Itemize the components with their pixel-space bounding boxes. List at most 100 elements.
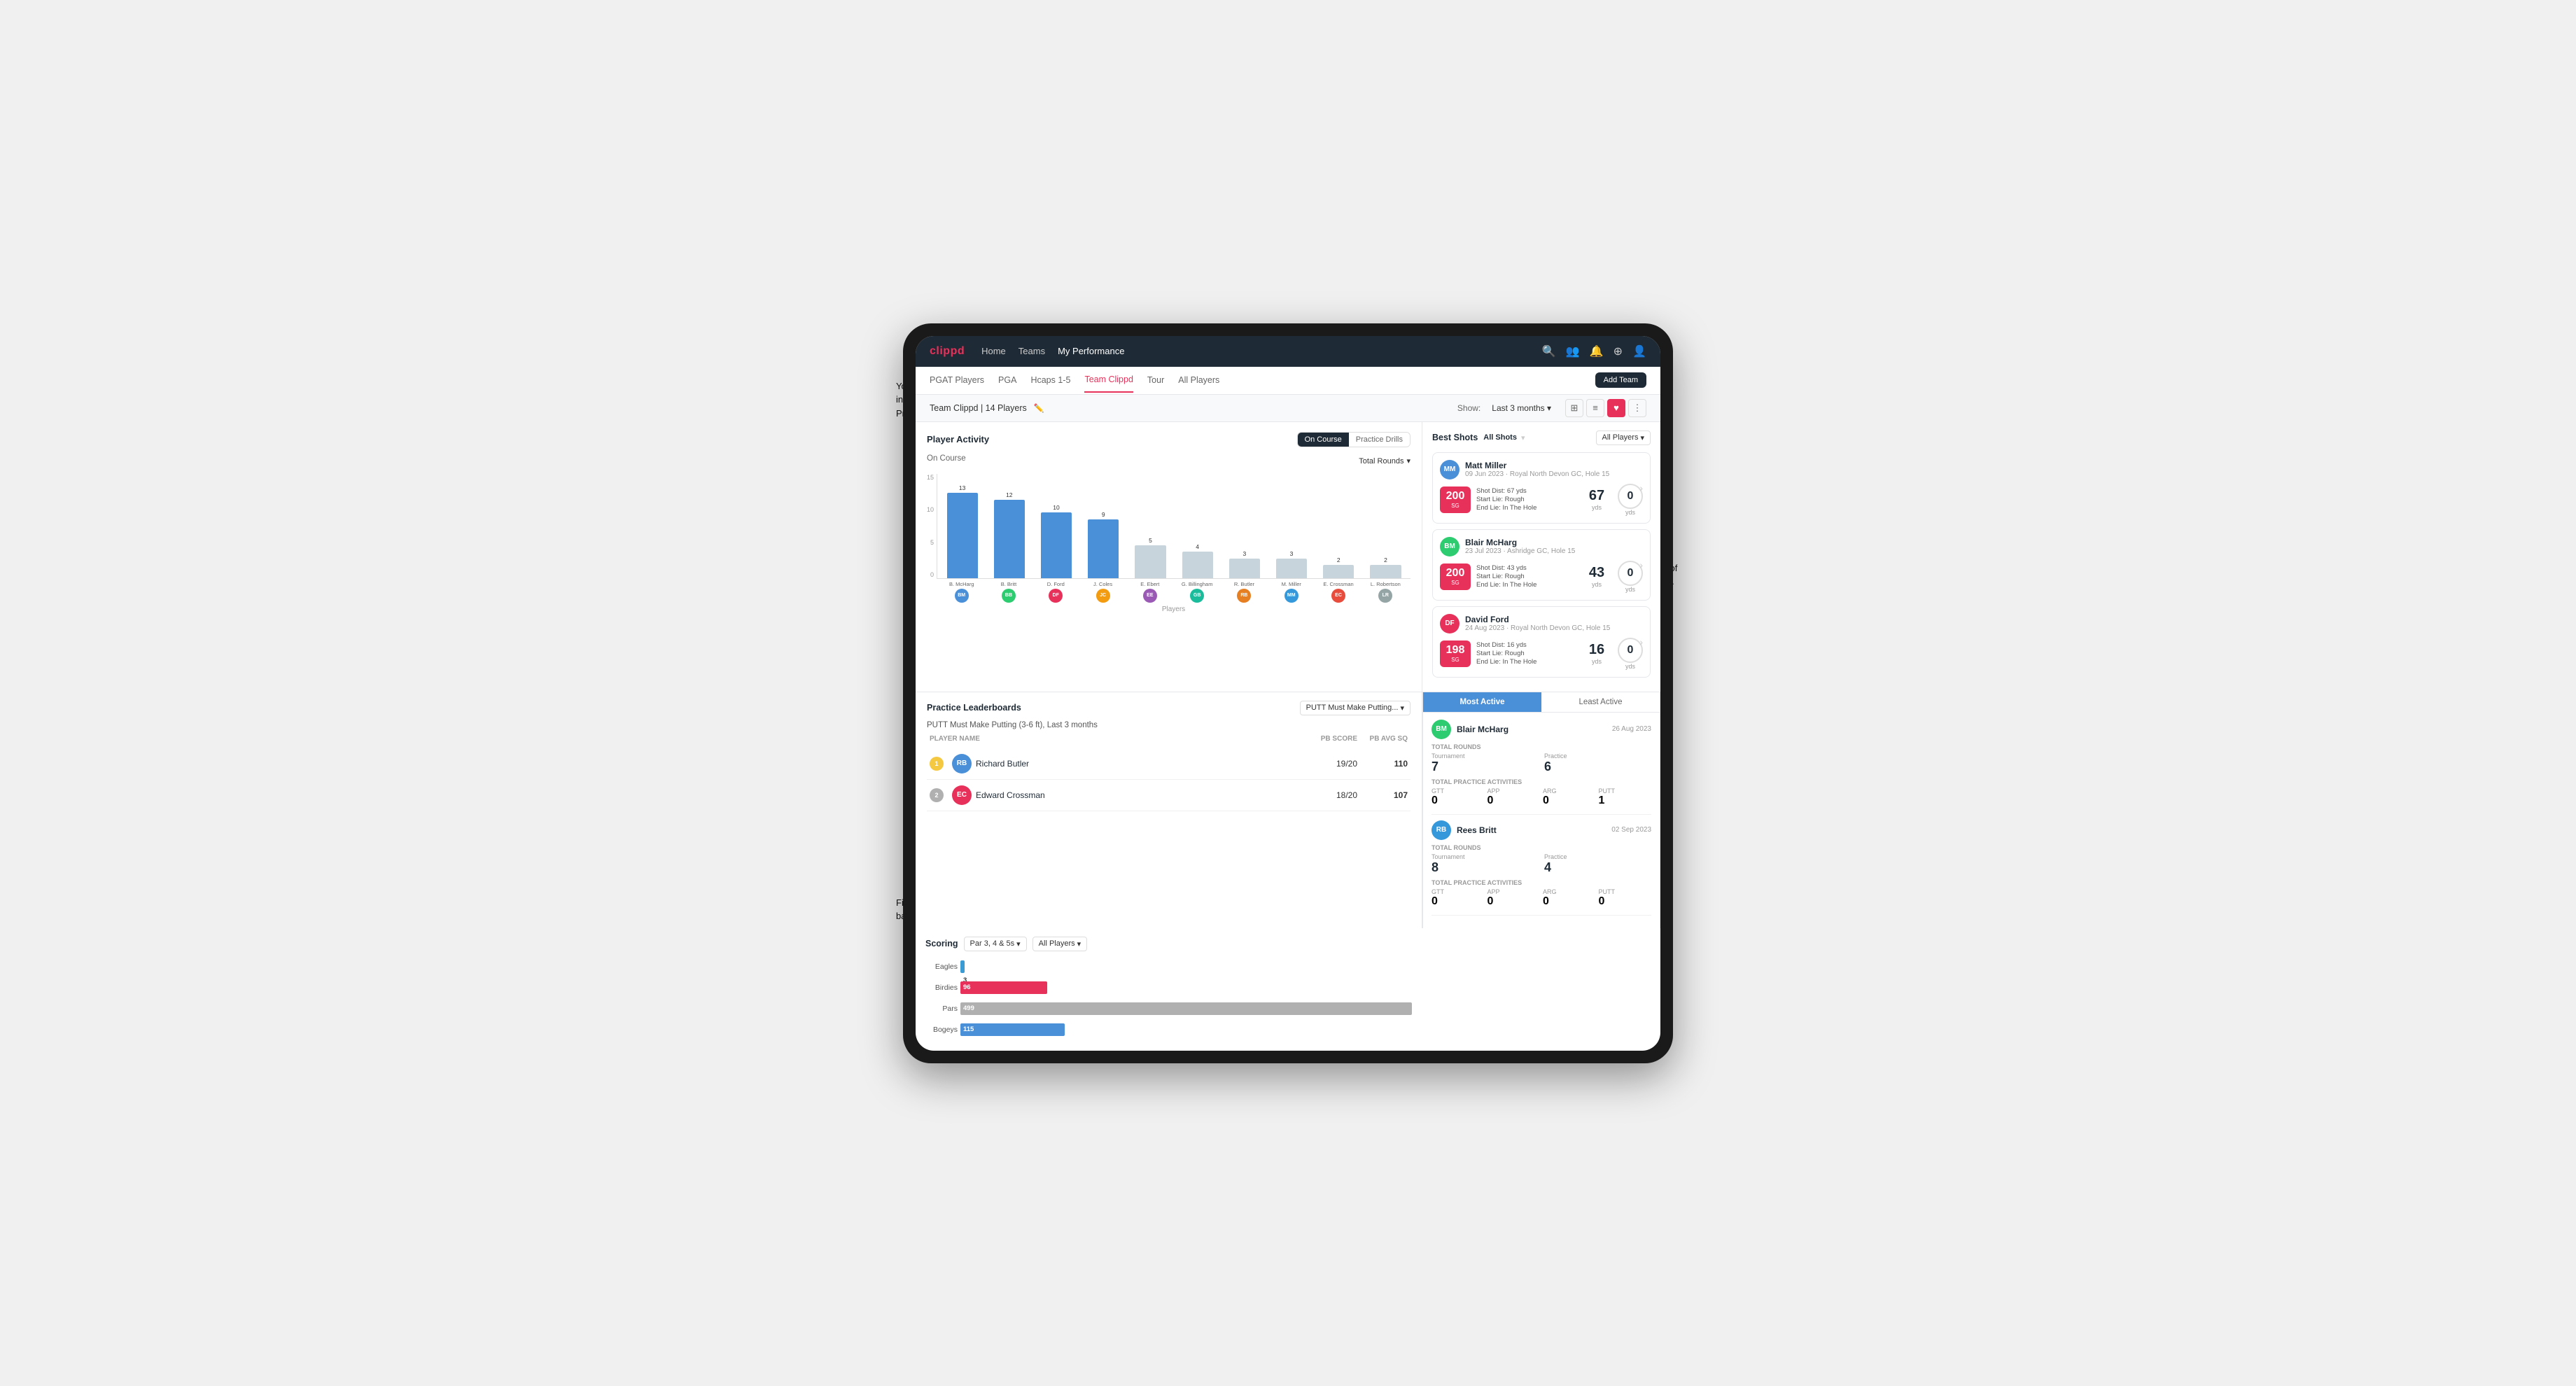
add-icon[interactable]: ⊕	[1614, 344, 1623, 358]
shot-avatar-1: BM	[1440, 537, 1460, 556]
leaderboard-row-1[interactable]: 2 EC Edward Crossman 18/20 107	[927, 780, 1410, 811]
x-label-0: B. McHarg	[939, 581, 983, 587]
least-active-tab[interactable]: Least Active	[1541, 692, 1660, 712]
player-avatar-2: DF	[1049, 589, 1063, 603]
chart-section-label: On Course	[927, 454, 966, 463]
bar-group-9[interactable]: 2	[1364, 556, 1408, 578]
bar-group-3[interactable]: 9	[1082, 511, 1126, 578]
shot-stat1-1: 43 yds	[1581, 565, 1612, 588]
nav-link-performance[interactable]: My Performance	[1058, 343, 1124, 359]
profile-icon[interactable]: 👤	[1632, 344, 1646, 358]
shot-card-1[interactable]: BM Blair McHarg 23 Jul 2023 · Ashridge G…	[1432, 529, 1651, 601]
best-shots-panel: Best Shots All Shots ▾ All Players ▾ MM …	[1422, 422, 1660, 692]
scoring-row-1: Birdies 96	[960, 979, 1413, 996]
shot-meta-0: 09 Jun 2023 · Royal North Devon GC, Hole…	[1465, 470, 1609, 478]
player-activity-header: Player Activity On Course Practice Drill…	[927, 432, 1410, 447]
scoring-label-1: Birdies	[925, 983, 958, 992]
player-avatar-6: RB	[1237, 589, 1251, 603]
bar-group-1[interactable]: 12	[987, 491, 1031, 578]
lb-avatar-1: EC	[952, 785, 972, 805]
shot-card-2[interactable]: DF David Ford 24 Aug 2023 · Royal North …	[1432, 606, 1651, 678]
nav-icons: 🔍 👥 🔔 ⊕ 👤	[1542, 344, 1646, 358]
lb-player-name-1: Edward Crossman	[976, 790, 1045, 800]
bar-group-5[interactable]: 4	[1175, 543, 1219, 578]
chart-dropdown[interactable]: Total Rounds ▾	[1359, 456, 1410, 465]
nav-link-teams[interactable]: Teams	[1018, 343, 1045, 359]
scoring-row-2: Pars 499	[960, 1000, 1413, 1017]
shot-chevron-1[interactable]: ›	[1639, 559, 1643, 570]
add-team-button[interactable]: Add Team	[1595, 372, 1646, 388]
par-dropdown[interactable]: Par 3, 4 & 5s ▾	[964, 937, 1027, 951]
users-icon[interactable]: 👥	[1566, 344, 1580, 358]
practice-drill-dropdown[interactable]: PUTT Must Make Putting... ▾	[1300, 701, 1410, 715]
shot-chevron-0[interactable]: ›	[1639, 482, 1643, 493]
sub-navigation: PGAT Players PGA Hcaps 1-5 Team Clippd T…	[916, 367, 1660, 395]
view-icon-group: ⊞ ≡ ♥ ⋮	[1565, 399, 1646, 417]
bar-group-7[interactable]: 3	[1269, 550, 1313, 578]
x-label-7: M. Miller	[1269, 581, 1313, 587]
shot-player-name-2: David Ford	[1465, 615, 1610, 624]
shot-player-info-2: DF David Ford 24 Aug 2023 · Royal North …	[1440, 614, 1643, 634]
practice-title: Practice Leaderboards	[927, 703, 1021, 713]
lb-player-info-0: RB Richard Butler	[952, 754, 1307, 774]
lb-player-info-1: EC Edward Crossman	[952, 785, 1307, 805]
bar-group-4[interactable]: 5	[1128, 537, 1172, 578]
toggle-practice[interactable]: Practice Drills	[1349, 433, 1410, 447]
x-label-3: J. Coles	[1081, 581, 1125, 587]
shot-badge-0: 200 SG	[1440, 486, 1471, 513]
chart-controls: On Course Total Rounds ▾	[927, 454, 1410, 468]
scoring-all-players-dropdown[interactable]: All Players ▾	[1032, 937, 1088, 951]
search-icon[interactable]: 🔍	[1542, 344, 1556, 358]
settings-view-icon[interactable]: ⋮	[1628, 399, 1646, 417]
activity-date-1: 02 Sep 2023	[1611, 826, 1651, 834]
shot-info-1: Shot Dist: 43 yds Start Lie: Rough End L…	[1476, 564, 1576, 589]
most-active-tab[interactable]: Most Active	[1423, 692, 1541, 712]
subnav-tour[interactable]: Tour	[1147, 368, 1164, 392]
shot-meta-2: 24 Aug 2023 · Royal North Devon GC, Hole…	[1465, 624, 1610, 632]
nav-link-home[interactable]: Home	[981, 343, 1006, 359]
list-view-icon[interactable]: ≡	[1586, 399, 1604, 417]
x-label-5: G. Billingham	[1175, 581, 1219, 587]
lb-rank-0: 1	[930, 757, 944, 771]
shot-chevron-2[interactable]: ›	[1639, 636, 1643, 648]
subnav-hcaps[interactable]: Hcaps 1-5	[1030, 368, 1070, 392]
all-shots-tab[interactable]: All Shots	[1483, 433, 1517, 442]
scoring-bar-0	[960, 960, 965, 973]
scoring-bar-3: 115	[960, 1023, 1065, 1036]
subnav-team-clippd[interactable]: Team Clippd	[1084, 368, 1133, 393]
activity-date-0: 26 Aug 2023	[1612, 725, 1651, 733]
logo[interactable]: clippd	[930, 345, 965, 358]
bar-group-2[interactable]: 10	[1034, 504, 1078, 578]
bar-group-6[interactable]: 3	[1222, 550, 1266, 578]
show-label: Show:	[1457, 403, 1480, 413]
shot-player-name-1: Blair McHarg	[1465, 538, 1575, 547]
player-avatar-7: MM	[1284, 589, 1298, 603]
x-label-2: D. Ford	[1034, 581, 1078, 587]
shot-info-0: Shot Dist: 67 yds Start Lie: Rough End L…	[1476, 487, 1576, 512]
team-header: Team Clippd | 14 Players ✏️ Show: Last 3…	[916, 395, 1660, 422]
subnav-pgat[interactable]: PGAT Players	[930, 368, 984, 392]
avatar-row: BMBBDFJCEEGBRBMMECLR	[937, 587, 1410, 603]
grid-view-icon[interactable]: ⊞	[1565, 399, 1583, 417]
show-select[interactable]: Last 3 months ▾	[1492, 403, 1551, 413]
activity-tabs: Most Active Least Active	[1423, 692, 1660, 713]
subnav-all-players[interactable]: All Players	[1178, 368, 1219, 392]
shot-badge-2: 198 SG	[1440, 640, 1471, 667]
leaderboard-row-0[interactable]: 1 RB Richard Butler 19/20 110	[927, 748, 1410, 780]
lb-score-0: 19/20	[1315, 759, 1357, 769]
toggle-on-course[interactable]: On Course	[1298, 433, 1349, 447]
scoring-row-3: Bogeys 115	[960, 1021, 1413, 1038]
all-players-dropdown[interactable]: All Players ▾	[1596, 430, 1651, 445]
heart-view-icon[interactable]: ♥	[1607, 399, 1625, 417]
best-shots-header: Best Shots All Shots ▾ All Players ▾	[1432, 430, 1651, 445]
bar-group-0[interactable]: 13	[940, 484, 984, 578]
y-axis: 15 10 5 0	[927, 474, 937, 579]
edit-team-icon[interactable]: ✏️	[1034, 403, 1044, 413]
x-label-6: R. Butler	[1222, 581, 1266, 587]
shot-card-0[interactable]: MM Matt Miller 09 Jun 2023 · Royal North…	[1432, 452, 1651, 524]
bar-group-8[interactable]: 2	[1317, 556, 1361, 578]
subnav-pga[interactable]: PGA	[998, 368, 1016, 392]
bell-icon[interactable]: 🔔	[1590, 344, 1604, 358]
activity-toggle-group: On Course Practice Drills	[1297, 432, 1410, 447]
scoring-label-2: Pars	[925, 1004, 958, 1013]
